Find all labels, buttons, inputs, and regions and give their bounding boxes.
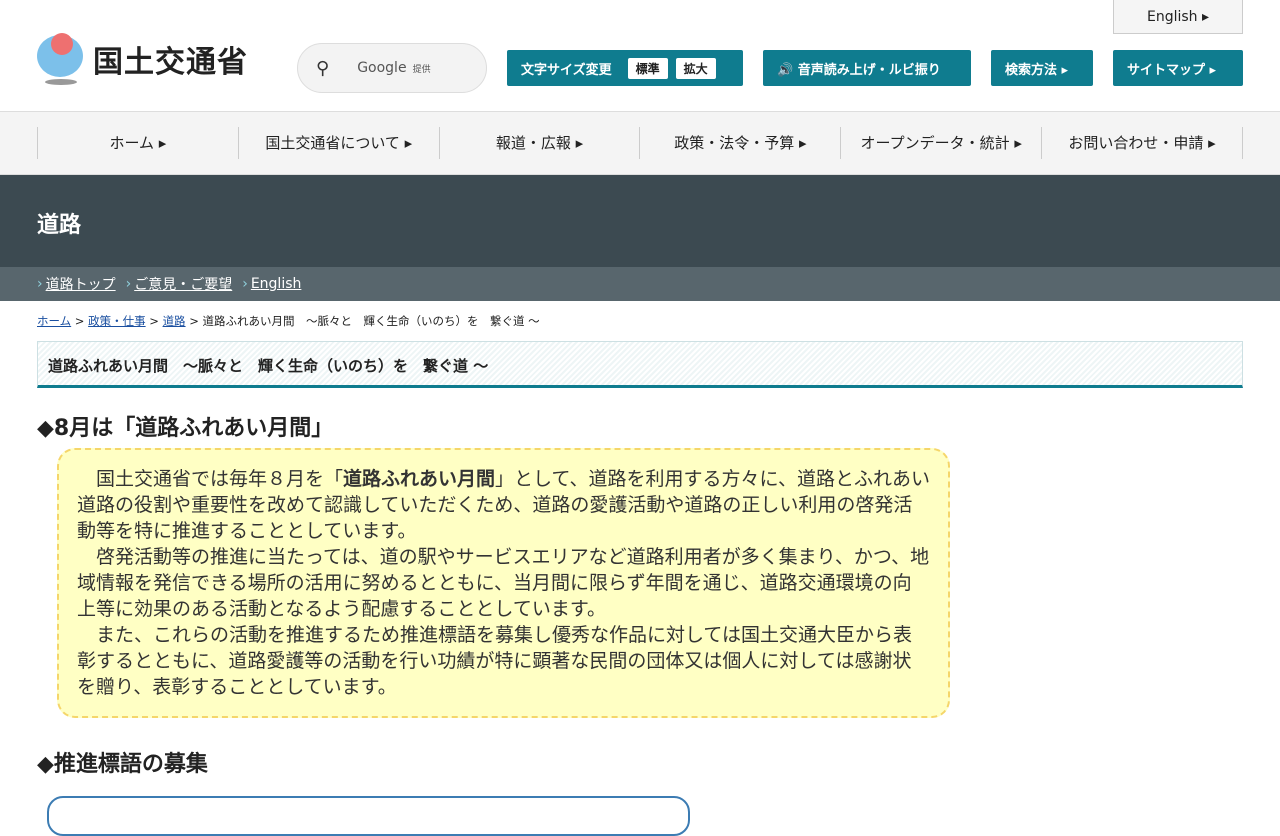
font-large-button[interactable]: 拡大 [675,57,716,79]
intro-box: 国土交通省では毎年８月を「道路ふれあい月間」として、道路を利用する方々に、道路と… [57,448,950,718]
section-heading: ◆8月は「道路ふれあい月間」 [37,416,334,441]
intro-paragraph: また、これらの活動を推進するため推進標語を募集し優秀な作品に対しては国土交通大臣… [77,624,913,698]
font-standard-button[interactable]: 標準 [627,57,668,79]
sitemap-button[interactable]: サイトマップ ▸ [1113,50,1243,86]
search-brand: Google [357,60,407,76]
font-size-label: 文字サイズ変更 [521,62,612,78]
search-method-button[interactable]: 検索方法 ▸ [991,50,1093,86]
nav-press[interactable]: 報道・広報 ▸ [438,127,640,159]
nav-contact[interactable]: お問い合わせ・申請 ▸ [1041,127,1243,159]
bold-text: 道路ふれあい月間 [343,468,496,490]
page-title: 道路ふれあい月間 ～脈々と 輝く生命（いのち）を 繋ぐ道 ～ [37,341,1243,388]
breadcrumb-road[interactable]: 道路 [163,314,186,328]
intro-paragraph: 国土交通省では毎年８月を「道路ふれあい月間」として、道路を利用する方々に、道路と… [77,466,930,544]
breadcrumb: ホーム > 政策・仕事 > 道路 > 道路ふれあい月間 ～脈々と 輝く生命（いの… [37,314,540,328]
site-header: 国土交通省 ⚲ Google 提供 English ▸ 文字サイズ変更 標準 拡… [0,0,1280,112]
search-icon[interactable]: ⚲ [316,58,329,79]
search-input[interactable]: ⚲ Google 提供 [297,43,487,93]
section-band: 道路 [0,175,1280,267]
text: 国土交通省では毎年８月を「 [96,468,344,490]
breadcrumb-current: 道路ふれあい月間 ～脈々と 輝く生命（いのち）を 繋ぐ道 ～ [202,314,540,328]
english-link[interactable]: English ▸ [1113,0,1243,34]
nav-policy[interactable]: 政策・法令・予算 ▸ [639,127,840,159]
voice-ruby-button[interactable]: 🔊 音声読み上げ・ルビ振り [763,50,971,86]
intro-paragraph: 啓発活動等の推進に当たっては、道の駅やサービスエリアなど道路利用者が多く集まり、… [77,546,930,620]
nav-opendata[interactable]: オープンデータ・統計 ▸ [840,127,1041,159]
nav-about[interactable]: 国土交通省について ▸ [237,127,439,159]
mlit-logo[interactable]: 国土交通省 [37,33,248,85]
nav-home[interactable]: ホーム ▸ [37,127,238,159]
subnav-english[interactable]: English [251,276,302,292]
sub-nav: › 道路トップ › ご意見・ご要望 › English [0,267,1280,301]
search-provided: 提供 [412,64,431,75]
breadcrumb-home[interactable]: ホーム [37,314,71,328]
section-heading: ◆推進標語の募集 [37,752,208,777]
subnav-feedback[interactable]: ご意見・ご要望 [134,274,232,294]
breadcrumb-policy[interactable]: 政策・仕事 [88,314,146,328]
logo-text: 国土交通省 [93,45,248,80]
global-nav: ホーム ▸ 国土交通省について ▸ 報道・広報 ▸ 政策・法令・予算 ▸ オープ… [0,112,1280,175]
logo-icon [37,33,85,85]
font-size-control: 文字サイズ変更 標準 拡大 [507,50,743,86]
slogan-box [47,796,690,836]
subnav-road-top[interactable]: 道路トップ [46,274,116,294]
